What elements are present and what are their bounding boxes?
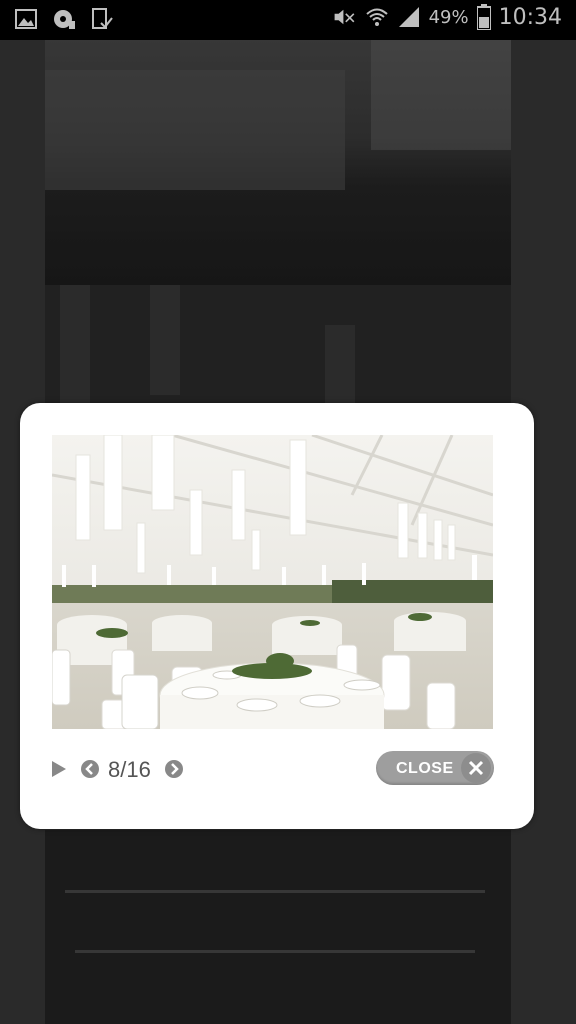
image-counter: 8/16 [108,757,151,782]
previous-icon[interactable] [81,760,99,778]
lightbox-controls: 8/16 CLOSE [52,751,494,787]
play-icon[interactable] [52,761,66,777]
next-icon[interactable] [165,760,183,778]
lightbox-dialog: 8/16 CLOSE [20,403,534,829]
gallery-photo [52,435,493,729]
close-button[interactable]: CLOSE [376,751,494,785]
close-icon [461,753,491,783]
close-label: CLOSE [396,760,454,777]
